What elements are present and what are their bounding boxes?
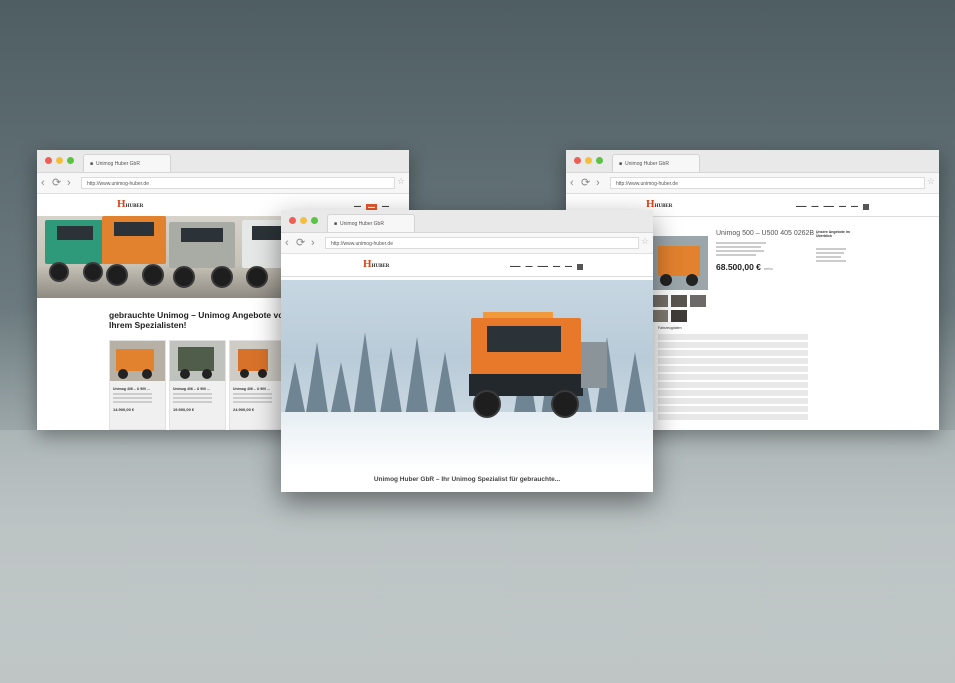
offer-card[interactable]: Unimog 406 – U 900 ... 24.900,00 € <box>229 340 286 430</box>
close-button[interactable] <box>289 217 296 224</box>
menu-item[interactable]: ▬▬ <box>839 204 846 210</box>
browser-tab[interactable]: ■ Unimog Huber GbR <box>612 154 700 172</box>
menu-item[interactable]: ▬▬▬ <box>510 264 521 270</box>
browser-tab[interactable]: ■ Unimog Huber GbR <box>327 214 415 232</box>
minimize-button[interactable] <box>585 157 592 164</box>
menu-item[interactable]: ▬▬ <box>526 264 533 270</box>
browser-titlebar: ■ Unimog Huber GbR <box>37 150 409 173</box>
back-icon[interactable]: ‹ <box>285 236 289 250</box>
menu-item[interactable]: ▬▬ <box>553 264 560 270</box>
menu-item[interactable]: ▬▬ <box>565 264 572 270</box>
offer-card[interactable]: Unimog 406 – U 900 ... 14.900,00 € <box>109 340 166 430</box>
card-price: 19.900,00 € <box>173 407 195 412</box>
snow-ground <box>281 412 653 472</box>
tab-title: Unimog Huber GbR <box>96 160 140 167</box>
refresh-icon[interactable]: ⟳ <box>581 176 590 190</box>
card-image <box>110 341 165 381</box>
site-logo[interactable]: HHUBER <box>646 198 672 210</box>
product-thumbnail[interactable] <box>652 310 668 322</box>
tab-title: Unimog Huber GbR <box>625 160 669 167</box>
refresh-icon[interactable]: ⟳ <box>296 236 305 250</box>
page-heading: gebrauchte Unimog – Unimog Angebote von … <box>109 310 289 330</box>
maximize-button[interactable] <box>67 157 74 164</box>
refresh-icon[interactable]: ⟳ <box>52 176 61 190</box>
menu-item[interactable]: ▬▬▬ <box>824 204 835 210</box>
browser-navbar: ‹ ⟳ › http://www.unimog-huber.de ☆ <box>281 233 653 254</box>
maximize-button[interactable] <box>311 217 318 224</box>
table-row <box>658 342 808 348</box>
bookmark-star-icon[interactable]: ☆ <box>397 176 405 187</box>
favicon-icon: ■ <box>619 160 623 167</box>
card-title: Unimog 406 – U 900 ... <box>233 387 270 391</box>
product-thumbnail[interactable] <box>671 310 687 322</box>
bookmark-star-icon[interactable]: ☆ <box>641 236 649 247</box>
minimize-button[interactable] <box>56 157 63 164</box>
card-title: Unimog 406 – U 900 ... <box>173 387 210 391</box>
bookmark-star-icon[interactable]: ☆ <box>927 176 935 187</box>
card-image <box>230 341 285 381</box>
menu-icon[interactable] <box>863 204 869 210</box>
table-row <box>658 406 808 412</box>
tab-title: Unimog Huber GbR <box>340 220 384 227</box>
favicon-icon: ■ <box>334 220 338 227</box>
offer-card[interactable]: Unimog 406 – U 900 ... 19.900,00 € <box>169 340 226 430</box>
site-menu: ▬▬▬ ▬▬ ▬▬▬ ▬▬ ▬▬ <box>796 204 869 210</box>
menu-item[interactable]: ▬▬ <box>812 204 819 210</box>
browser-navbar: ‹ ⟳ › http://www.unimog-huber.de ☆ <box>37 173 409 194</box>
card-price: 24.900,00 € <box>233 407 255 412</box>
product-thumbnail[interactable] <box>671 295 687 307</box>
browser-window-center: ■ Unimog Huber GbR ‹ ⟳ › http://www.unim… <box>281 210 653 492</box>
product-thumbnail[interactable] <box>652 295 668 307</box>
address-bar[interactable]: http://www.unimog-huber.de <box>81 177 395 189</box>
table-row <box>658 358 808 364</box>
back-icon[interactable]: ‹ <box>41 176 45 190</box>
product-title: Unimog 500 – U500 405 0262B <box>716 230 815 237</box>
table-row <box>658 374 808 380</box>
table-row <box>658 414 808 420</box>
site-logo[interactable]: HHUBER <box>363 258 389 270</box>
browser-titlebar: ■ Unimog Huber GbR <box>566 150 939 173</box>
address-bar[interactable]: http://www.unimog-huber.de <box>325 237 639 249</box>
menu-item[interactable]: ▬▬▬ <box>538 264 549 270</box>
table-row <box>658 382 808 388</box>
card-image <box>170 341 225 381</box>
table-tab[interactable]: Fahrzeugdaten <box>658 326 682 330</box>
card-price: 14.900,00 € <box>113 407 135 412</box>
close-button[interactable] <box>574 157 581 164</box>
maximize-button[interactable] <box>596 157 603 164</box>
hero-image-unimog-snow <box>281 280 653 472</box>
back-icon[interactable]: ‹ <box>570 176 574 190</box>
table-row <box>658 350 808 356</box>
menu-item[interactable]: ▬▬ <box>851 204 858 210</box>
favicon-icon: ■ <box>90 160 94 167</box>
forward-icon[interactable]: › <box>67 176 71 190</box>
menu-icon[interactable] <box>577 264 583 270</box>
sidebar-offers-title: Unsere Angebote im Überblick <box>816 230 850 238</box>
minimize-button[interactable] <box>300 217 307 224</box>
site-menu: ▬▬▬ ▬▬ ▬▬▬ ▬▬ ▬▬ <box>510 264 583 270</box>
page-heading: Unimog Huber GbR – Ihr Unimog Spezialist… <box>373 476 561 483</box>
table-row <box>658 398 808 404</box>
browser-tab[interactable]: ■ Unimog Huber GbR <box>83 154 171 172</box>
table-row <box>658 390 808 396</box>
table-row <box>658 366 808 372</box>
site-logo[interactable]: HHUBER <box>117 198 143 210</box>
product-main-image[interactable] <box>652 236 708 290</box>
browser-titlebar: ■ Unimog Huber GbR <box>281 210 653 233</box>
address-bar[interactable]: http://www.unimog-huber.de <box>610 177 925 189</box>
site-header: HHUBER ▬▬▬ ▬▬ ▬▬▬ ▬▬ ▬▬ <box>281 254 653 277</box>
forward-icon[interactable]: › <box>596 176 600 190</box>
product-thumbnail[interactable] <box>690 295 706 307</box>
close-button[interactable] <box>45 157 52 164</box>
table-row <box>658 334 808 340</box>
menu-item[interactable]: ▬▬▬ <box>796 204 807 210</box>
browser-navbar: ‹ ⟳ › http://www.unimog-huber.de ☆ <box>566 173 939 194</box>
product-price: 68.500,00 € netto <box>716 262 773 272</box>
forward-icon[interactable]: › <box>311 236 315 250</box>
card-title: Unimog 406 – U 900 ... <box>113 387 150 391</box>
